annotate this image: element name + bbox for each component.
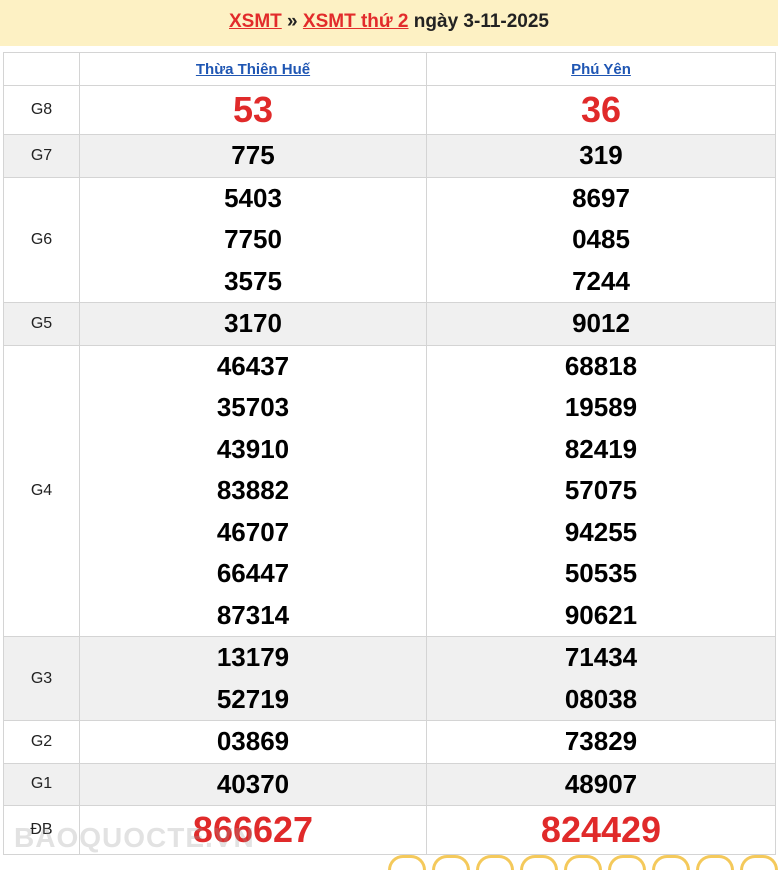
arc-decoration [520, 855, 558, 870]
prize-cell: 40370 [79, 762, 427, 806]
prize-label: G6 [3, 176, 80, 303]
prize-label: G1 [3, 762, 80, 806]
prize-cell: 13179 52719 [79, 636, 427, 721]
prize-row: G4 46437 35703 43910 83882 46707 66447 87314 688… [3, 344, 776, 637]
prize-cell: 46437 35703 43910 83882 46707 66447 87314 [79, 344, 427, 637]
prize-number: 8697 [572, 182, 630, 213]
prize-number: 13179 [216, 642, 290, 672]
prize-row: G6 5403 7750 3575 8697 0485 7244 [3, 176, 776, 303]
prize-number: 35703 [216, 392, 290, 422]
prize-number: 52719 [216, 683, 290, 714]
prize-cell: 68818 19589 82419 57075 94255 50535 90621 [426, 344, 776, 637]
results-table-wrap: Thừa Thiên Huế Phú Yên G8 53 36 G7 775 319 G6 5… [3, 52, 776, 855]
results-body: G8 53 36 G7 775 319 G6 5403 7750 3575 8697 0485 7244… [3, 85, 776, 855]
prize-cell: 8697 0485 7244 [426, 176, 776, 303]
prize-row: G1 40370 48907 [3, 762, 776, 806]
prize-number: 50535 [564, 558, 638, 588]
prize-number: 775 [231, 140, 275, 170]
prize-row: G8 53 36 [3, 85, 776, 135]
province-link-hue[interactable]: Thừa Thiên Huế [196, 61, 310, 78]
prize-row: G2 03869 73829 [3, 720, 776, 764]
arc-decoration [608, 855, 646, 870]
arc-decoration [388, 855, 426, 870]
prize-number: 40370 [216, 768, 290, 799]
special-number: 53 [232, 89, 274, 130]
prize-row: G7 775 319 [3, 134, 776, 178]
prize-number: 3170 [224, 308, 282, 338]
prize-cell: 9012 [426, 302, 776, 346]
prize-row: G5 3170 9012 [3, 302, 776, 346]
province-link-phu-yen[interactable]: Phú Yên [571, 61, 631, 78]
prize-label: G3 [3, 636, 80, 721]
prize-number: 66447 [216, 558, 290, 588]
header-corner [3, 52, 80, 86]
prize-label: G5 [3, 302, 80, 346]
prize-number: 7244 [572, 265, 630, 296]
prize-cell: 3170 [79, 302, 427, 346]
prize-cell: 824429 [426, 805, 776, 855]
prize-number: 57075 [564, 475, 638, 505]
arc-decoration [652, 855, 690, 870]
draw-date: ngày 3-11-2025 [413, 11, 549, 32]
arc-decoration [476, 855, 514, 870]
xsmt-link[interactable]: XSMT [229, 11, 282, 32]
prize-row: G3 13179 52719 71434 08038 [3, 636, 776, 721]
prize-number: 87314 [216, 599, 290, 630]
prize-number: 46437 [216, 350, 290, 381]
prize-cell: 03869 [79, 720, 427, 764]
page-header: XSMT » XSMT thứ 2 ngày 3-11-2025 [0, 0, 778, 46]
decorative-arcs [388, 855, 778, 870]
special-number: 36 [580, 89, 622, 130]
prize-cell: 73829 [426, 720, 776, 764]
prize-number: 71434 [564, 642, 638, 672]
prize-number: 5403 [224, 182, 282, 213]
prize-number: 73829 [564, 726, 638, 756]
prize-number: 9012 [572, 308, 630, 338]
prize-number: 3575 [224, 265, 282, 296]
prize-number: 90621 [564, 599, 638, 630]
prize-label: G4 [3, 344, 80, 637]
breadcrumb-separator: » [287, 11, 298, 32]
prize-number: 319 [579, 140, 623, 170]
prize-cell: 36 [426, 85, 776, 135]
prize-number: 7750 [224, 224, 282, 254]
province-header: Phú Yên [426, 52, 776, 86]
prize-number: 82419 [564, 433, 638, 464]
prize-cell: 53 [79, 85, 427, 135]
prize-cell: 71434 08038 [426, 636, 776, 721]
prize-label: G2 [3, 720, 80, 764]
arc-decoration [432, 855, 470, 870]
table-header-row: Thừa Thiên Huế Phú Yên [3, 52, 776, 86]
prize-number: 94255 [564, 516, 638, 547]
province-header: Thừa Thiên Huế [79, 52, 427, 86]
special-number: 824429 [540, 809, 662, 850]
prize-number: 19589 [564, 392, 638, 422]
arc-decoration [564, 855, 602, 870]
prize-label: G7 [3, 134, 80, 178]
prize-number: 83882 [216, 475, 290, 505]
prize-cell: 48907 [426, 762, 776, 806]
prize-number: 46707 [216, 516, 290, 547]
prize-cell: 775 [79, 134, 427, 178]
arc-decoration [696, 855, 734, 870]
prize-number: 48907 [564, 768, 638, 799]
prize-cell: 319 [426, 134, 776, 178]
prize-number: 08038 [564, 683, 638, 714]
xsmt-weekday-link[interactable]: XSMT thứ 2 [303, 11, 409, 32]
prize-number: 0485 [572, 224, 630, 254]
prize-number: 43910 [216, 433, 290, 464]
prize-number: 03869 [216, 726, 290, 756]
results-table: Thừa Thiên Huế Phú Yên G8 53 36 G7 775 319 G6 5… [3, 52, 776, 855]
prize-label: G8 [3, 85, 80, 135]
prize-cell: 5403 7750 3575 [79, 176, 427, 303]
arc-decoration [740, 855, 778, 870]
prize-number: 68818 [564, 350, 638, 381]
watermark: BAOQUOCTE.VN [14, 822, 255, 853]
